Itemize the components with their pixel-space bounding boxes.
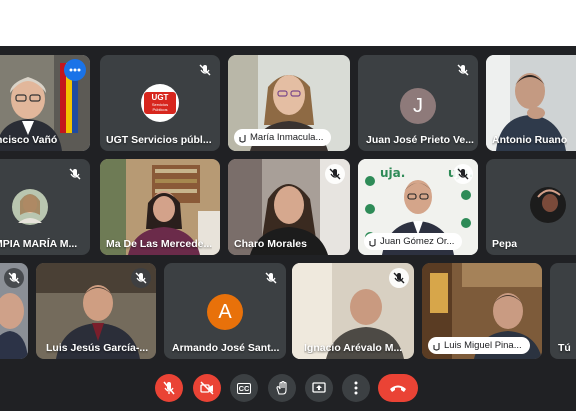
- participant-name: Pepa: [492, 238, 518, 250]
- participant-tile[interactable]: María Inmacula...: [228, 55, 350, 151]
- muted-icon: [261, 268, 281, 288]
- participant-name: Ma De Las Mercede...: [106, 238, 213, 250]
- participant-name: MPIA MARÍA M...: [0, 238, 78, 250]
- uja-banner-text: uja.: [380, 166, 406, 180]
- muted-icon: [4, 268, 24, 288]
- participant-tile[interactable]: UGT Servicios Públicos UGT Servicios púb…: [100, 55, 220, 151]
- camera-off-icon: [200, 381, 214, 395]
- more-options-icon[interactable]: [64, 59, 86, 81]
- participant-name-pill: Luis Miguel Pina...: [428, 337, 530, 354]
- participant-tile[interactable]: MPIA MARÍA M...: [0, 159, 90, 255]
- participant-tile[interactable]: Ignacio Arévalo M...: [292, 263, 414, 359]
- participant-name: Charo Morales: [234, 238, 307, 250]
- microphone-off-icon: [163, 381, 175, 395]
- participant-name: Ignacio Arévalo M...: [304, 342, 403, 354]
- participant-tile[interactable]: Luis Miguel Pina...: [422, 263, 542, 359]
- ugt-logo-text: UGT: [151, 93, 169, 102]
- participant-name: UGT Servicios públ...: [106, 134, 212, 146]
- participant-name: Armando José Sant...: [172, 342, 280, 354]
- muted-icon: [131, 268, 151, 288]
- captions-button[interactable]: CC: [230, 374, 258, 402]
- captions-icon: CC: [236, 382, 252, 394]
- end-call-button[interactable]: [378, 374, 418, 402]
- participant-tile[interactable]: Tú: [550, 263, 576, 359]
- muted-icon: [65, 164, 85, 184]
- present-screen-button[interactable]: [305, 374, 333, 402]
- participant-name: ncisco Vañó: [0, 134, 58, 146]
- ugt-logo: UGT Servicios Públicos: [141, 84, 179, 122]
- participant-avatar: J: [400, 88, 436, 124]
- top-bar: [0, 0, 576, 46]
- participant-tile[interactable]: Pepa: [486, 159, 576, 255]
- end-call-icon: [390, 385, 406, 392]
- participant-tile[interactable]: A Armando José Sant...: [164, 263, 286, 359]
- call-controls-bar: CC: [0, 364, 576, 411]
- ugt-logo-subtext: Públicos: [152, 107, 168, 112]
- participant-name: Tú: [558, 342, 571, 354]
- raise-hand-button[interactable]: [268, 374, 296, 402]
- participant-tile[interactable]: Ma De Las Mercede...: [100, 159, 220, 255]
- participant-tile[interactable]: ncisco Vañó: [0, 55, 90, 151]
- raise-hand-icon: [276, 381, 287, 395]
- participant-name: Juan Gómez Or...: [380, 236, 455, 247]
- muted-icon: [453, 60, 473, 80]
- participant-tile[interactable]: J Juan José Prieto Ve...: [358, 55, 478, 151]
- microphone-toggle-button[interactable]: [155, 374, 183, 402]
- more-options-button[interactable]: [342, 374, 370, 402]
- present-screen-icon: [312, 382, 326, 393]
- participant-tile[interactable]: Antonio Ruano: [486, 55, 576, 151]
- muted-icon: [453, 164, 473, 184]
- participant-tile[interactable]: Luis Jesús García-...: [36, 263, 156, 359]
- participant-name-pill: Juan Gómez Or...: [364, 233, 463, 250]
- participant-tile[interactable]: uja. uja. Juan Gómez Or...: [358, 159, 478, 255]
- muted-icon: [325, 164, 345, 184]
- participant-tile[interactable]: Charo Morales: [228, 159, 350, 255]
- more-options-icon: [354, 381, 358, 395]
- participant-name-pill: María Inmacula...: [234, 129, 332, 146]
- participant-name: Luis Jesús García-...: [46, 342, 149, 354]
- muted-icon: [389, 268, 409, 288]
- participant-grid: ncisco Vañó UGT Servicios Públicos UGT S…: [0, 46, 576, 364]
- participant-avatar: A: [207, 294, 243, 330]
- muted-icon: [195, 60, 215, 80]
- camera-toggle-button[interactable]: [193, 374, 221, 402]
- participant-tile[interactable]: [0, 263, 28, 359]
- participant-name: Juan José Prieto Ve...: [366, 134, 474, 146]
- participant-name: Antonio Ruano: [492, 134, 568, 146]
- participant-name: Luis Miguel Pina...: [444, 340, 522, 351]
- participant-name: María Inmacula...: [250, 132, 324, 143]
